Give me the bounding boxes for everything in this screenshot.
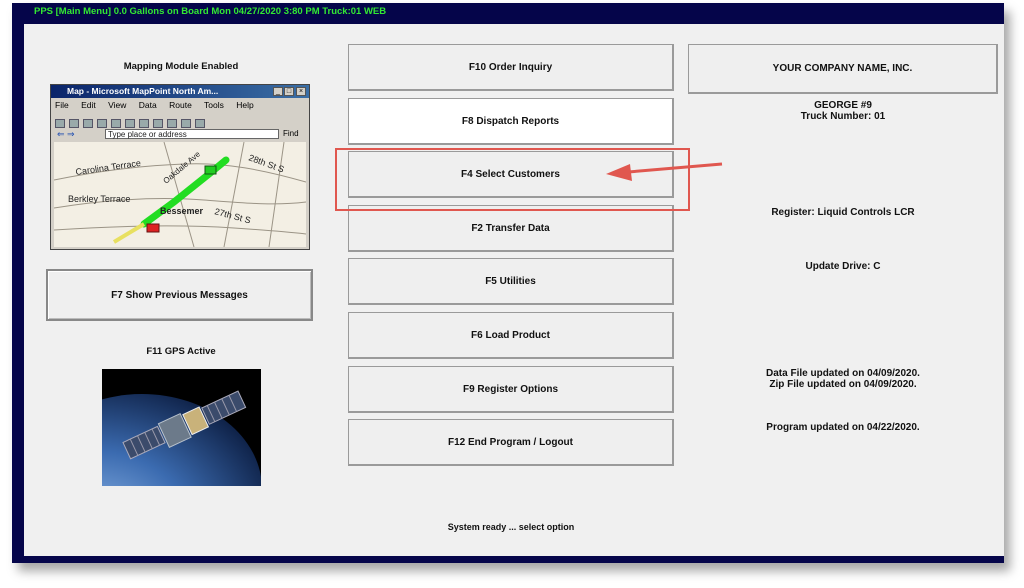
annotation-arrow-icon (606, 162, 723, 181)
